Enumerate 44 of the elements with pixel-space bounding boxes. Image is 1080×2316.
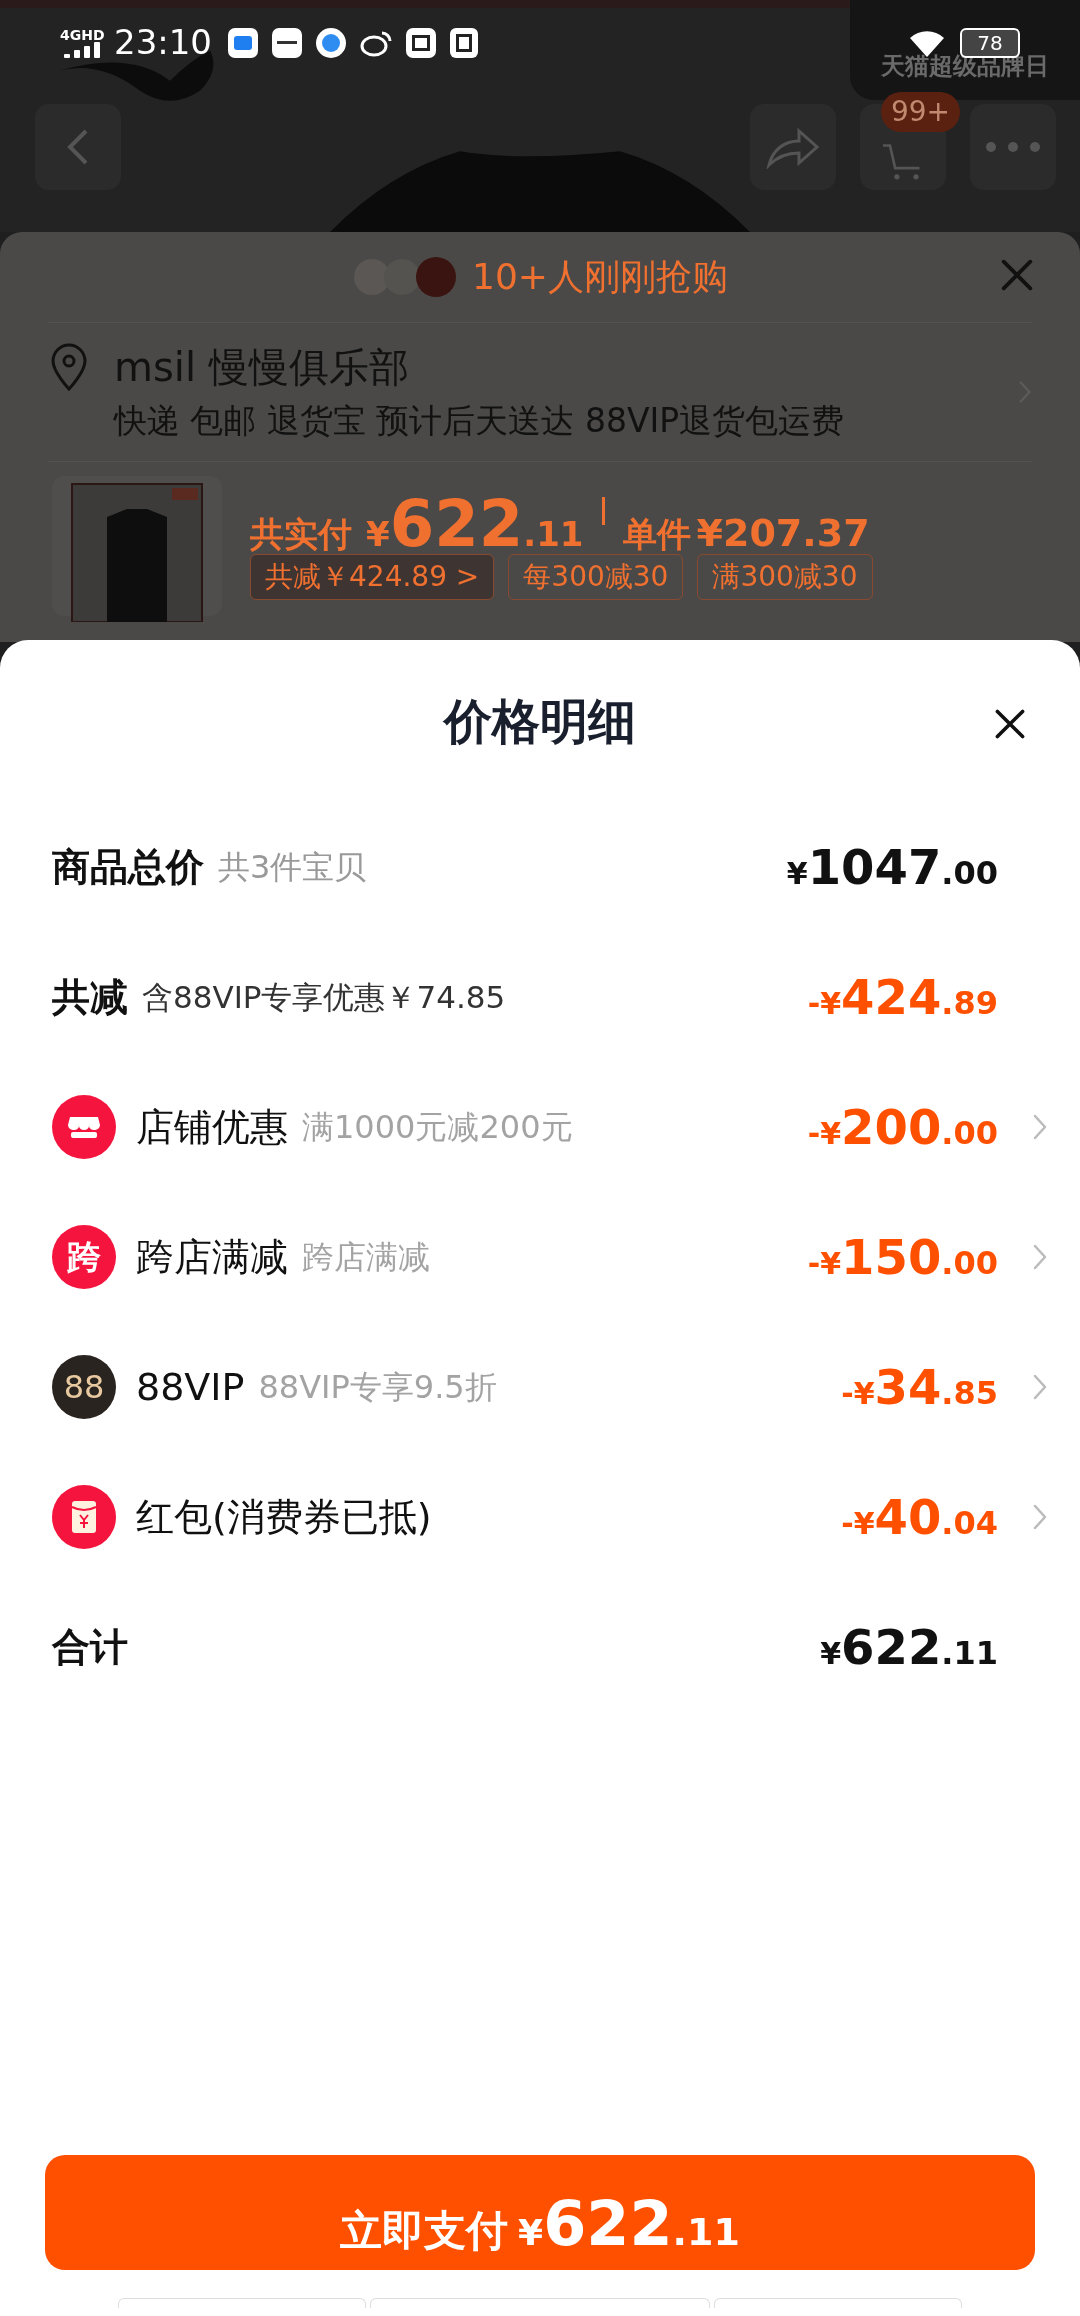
amount: ¥1047.00 — [786, 838, 998, 897]
network-label: 4GHD — [60, 27, 105, 42]
row-note: 含88VIP专享优惠￥74.85 — [142, 977, 506, 1017]
row-note: 88VIP专享9.5折 — [258, 1367, 497, 1408]
row-label: 跨店满减 — [136, 1233, 288, 1281]
amount: -¥40.04 — [841, 1488, 998, 1547]
row-note: 共3件宝贝 — [218, 847, 367, 888]
pay-button[interactable]: 立即支付 ¥622.11 — [45, 2155, 1035, 2270]
chevron-icon — [1032, 1503, 1048, 1531]
battery-indicator: 78 — [960, 27, 1020, 58]
delivery-info: 快递 包邮 退货宝 预计后天送达 88VIP退货包运费 — [114, 400, 846, 442]
unit-label: 单件 — [622, 513, 691, 556]
row-label: 店铺优惠 — [136, 1103, 288, 1151]
amount: -¥34.85 — [841, 1358, 998, 1417]
row-note: 满1000元减200元 — [302, 1107, 573, 1148]
promo-tag: 满300减30 — [697, 554, 873, 600]
address-name: msil 慢慢俱乐部 — [114, 343, 410, 392]
row-note: 跨店满减 — [302, 1237, 430, 1278]
amount: -¥150.00 — [807, 1228, 998, 1287]
amount: -¥424.89 — [807, 968, 998, 1027]
row-label: 88VIP — [136, 1363, 245, 1411]
more-icon[interactable] — [985, 141, 1041, 153]
chevron-icon — [1032, 1373, 1048, 1401]
cross-store-icon: 跨 — [52, 1225, 116, 1289]
buyers-text: 10+人刚刚抢购 — [472, 255, 728, 299]
row-label: 商品总价 — [52, 843, 204, 891]
row-label: 合计 — [52, 1623, 128, 1671]
unit-price: ¥207.37 — [696, 510, 870, 557]
chevron-icon — [1032, 1113, 1048, 1141]
total-label: 共实付 — [250, 513, 352, 556]
sheet-title: 价格明细 — [444, 692, 636, 751]
amount: -¥200.00 — [807, 1098, 998, 1157]
cart-badge: 99+ — [880, 92, 960, 132]
envelope-icon — [52, 1485, 116, 1549]
shop-icon — [52, 1095, 116, 1159]
chevron-icon — [1032, 1243, 1048, 1271]
clock: 23:10 — [114, 21, 212, 64]
back-icon[interactable] — [66, 127, 90, 167]
row-label: 红包(消费券已抵) — [136, 1493, 432, 1541]
vip-icon: 88 — [52, 1355, 116, 1419]
amount: ¥622.11 — [820, 1618, 998, 1677]
promo-tag: 共减￥424.89 > — [250, 554, 495, 600]
row-label: 共减 — [52, 973, 128, 1021]
promo-tag: 每300减30 — [508, 554, 684, 600]
